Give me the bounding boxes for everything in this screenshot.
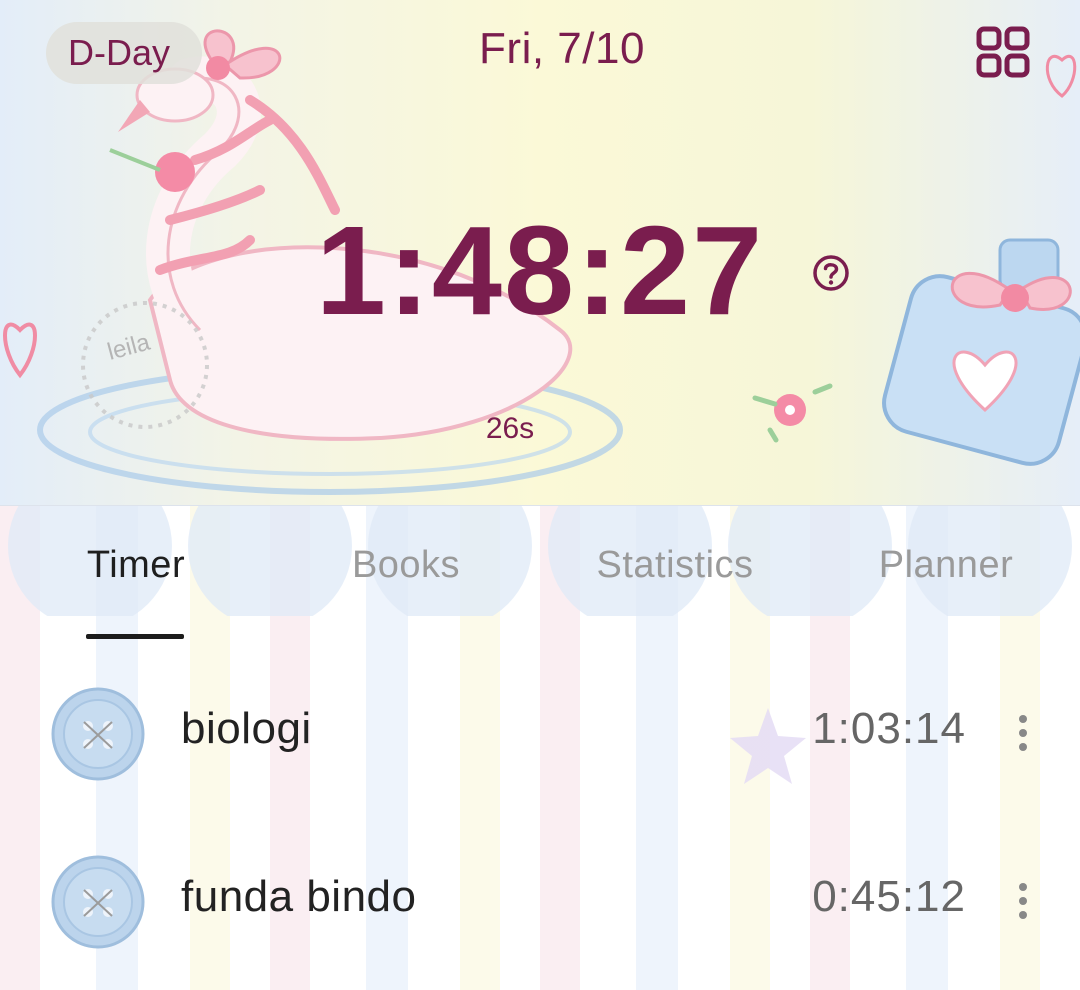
- button-icon[interactable]: [50, 686, 146, 782]
- tab-timer[interactable]: Timer: [80, 544, 192, 587]
- more-options-icon[interactable]: [1008, 876, 1038, 926]
- tab-books[interactable]: Books: [346, 544, 466, 587]
- active-tab-indicator: [86, 634, 184, 639]
- tab-bar: Timer Books Statistics Planner: [0, 544, 1080, 604]
- tab-planner[interactable]: Planner: [873, 544, 1019, 587]
- button-icon[interactable]: [50, 854, 146, 950]
- total-study-time: 1:48:27: [315, 200, 765, 341]
- list-item[interactable]: funda bindo 0:45:12: [0, 842, 1080, 962]
- list-item[interactable]: biologi 1:03:14: [0, 674, 1080, 794]
- seconds-counter: 26s: [485, 412, 535, 445]
- grid-icon[interactable]: [976, 26, 1030, 78]
- date-label: Fri, 7/10: [479, 24, 645, 73]
- tab-statistics[interactable]: Statistics: [586, 544, 764, 587]
- subject-time: 1:03:14: [812, 704, 966, 753]
- help-circle-icon[interactable]: [812, 254, 850, 292]
- subject-name: biologi: [181, 704, 312, 753]
- header-illustration: leila D-Day Fri, 7/10 1:48:27 26s: [0, 0, 1080, 506]
- stamp-text: leila: [105, 328, 154, 365]
- more-options-icon[interactable]: [1008, 708, 1038, 758]
- subject-time: 0:45:12: [812, 872, 966, 921]
- subject-name: funda bindo: [181, 872, 417, 921]
